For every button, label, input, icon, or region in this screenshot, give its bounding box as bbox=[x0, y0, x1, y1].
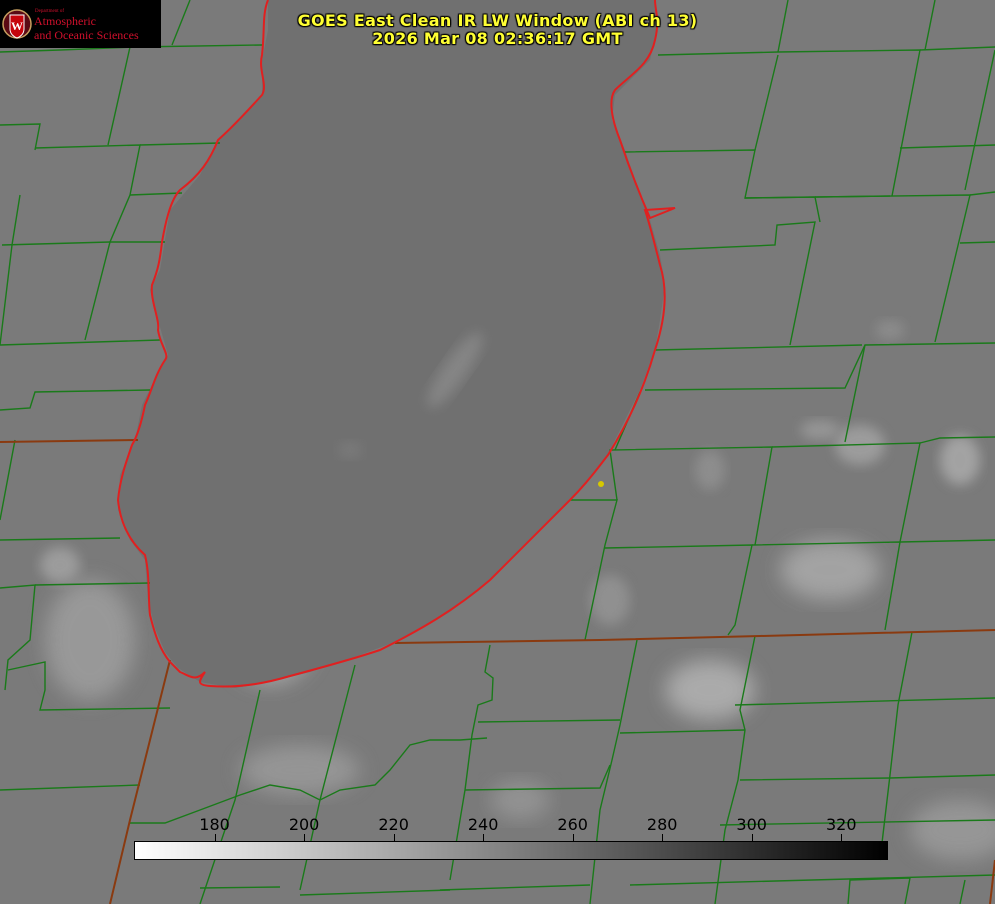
image-title: GOES East Clean IR LW Window (ABI ch 13) bbox=[297, 11, 698, 30]
colorbar-tick-label: 220 bbox=[378, 815, 409, 834]
image-timestamp: 2026 Mar 08 02:36:17 GMT bbox=[372, 29, 623, 48]
colorbar-tick-label: 180 bbox=[199, 815, 230, 834]
colorbar-tick-label: 280 bbox=[646, 815, 678, 834]
colorbar-tick-mark bbox=[751, 834, 753, 842]
colorbar bbox=[134, 841, 888, 860]
colorbar-tick-label: 240 bbox=[467, 815, 499, 834]
colorbar-tick-mark bbox=[483, 834, 485, 842]
colorbar-tick-mark bbox=[841, 834, 843, 842]
location-marker bbox=[598, 481, 604, 487]
colorbar-tick-label: 260 bbox=[557, 815, 588, 834]
colorbar-tick-mark bbox=[662, 834, 664, 842]
colorbar-tick-mark bbox=[393, 834, 395, 842]
colorbar-tick-mark bbox=[214, 834, 216, 842]
colorbar-tick-mark bbox=[572, 834, 574, 842]
colorbar-tick-mark bbox=[304, 834, 306, 842]
colorbar-tick-label: 200 bbox=[288, 815, 320, 834]
colorbar-tick-label: 320 bbox=[825, 815, 857, 834]
colorbar-tick-label: 300 bbox=[736, 815, 767, 834]
satellite-map bbox=[0, 0, 995, 904]
